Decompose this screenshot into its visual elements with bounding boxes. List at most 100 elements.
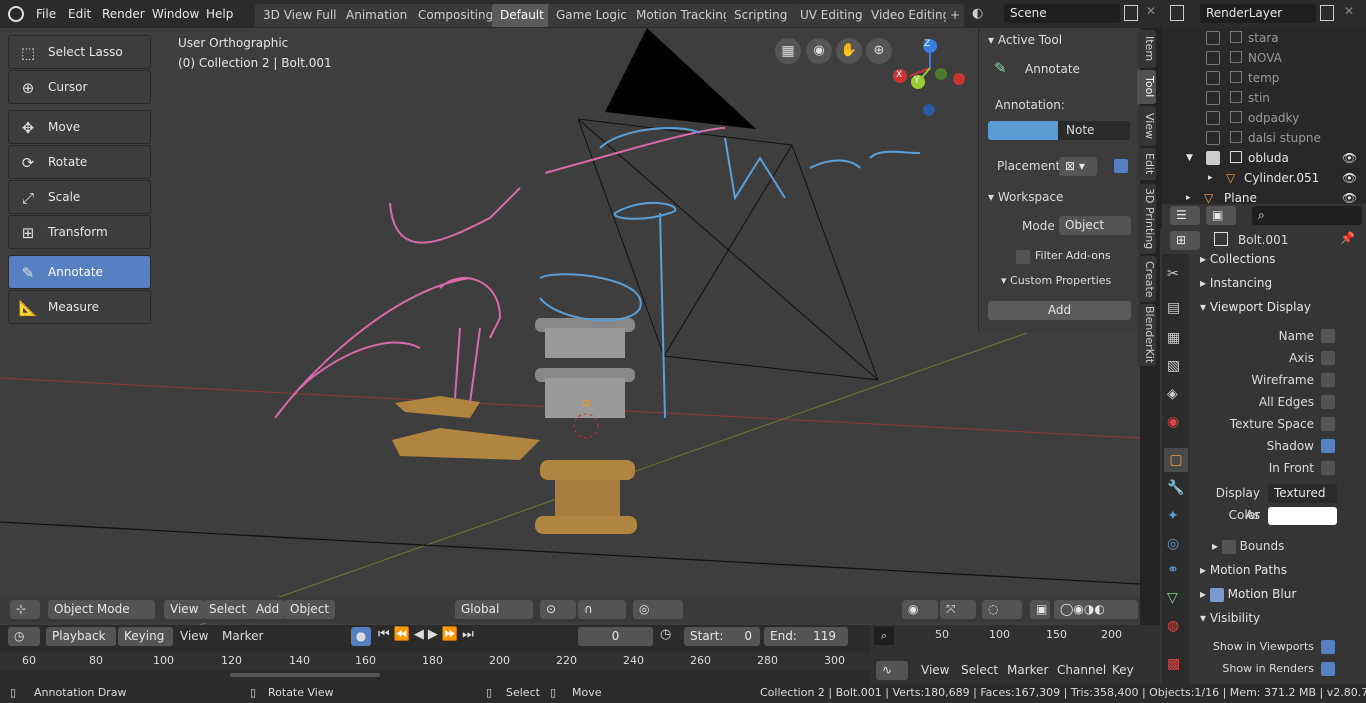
pivot-icon[interactable]: ⊙ [540,600,576,619]
collections-panel[interactable]: ▸ Collections [1200,248,1275,270]
row-checkbox[interactable] [1206,71,1220,85]
row-checkbox[interactable] [1206,111,1220,125]
output-icon[interactable]: ▦ [1167,330,1180,346]
tab-video-editing[interactable]: Video Editing [863,4,959,27]
menu-render[interactable]: Render [102,0,145,28]
visibility-panel[interactable]: ▾ Visibility [1200,607,1260,629]
timeline-marker-menu[interactable]: Marker [222,629,263,643]
outliner-row[interactable]: NOVA [1162,48,1366,68]
zoom-icon[interactable]: ⊕ [866,38,892,64]
bounds-checkbox[interactable] [1221,539,1236,554]
placement-checkbox[interactable] [1114,159,1128,173]
graph-channel-menu[interactable]: Channel [1057,663,1106,677]
display-mode-icon[interactable]: ☰ [1170,206,1200,225]
annotation-color-swatch[interactable] [988,121,1058,140]
tab-edit[interactable]: Edit [1137,148,1156,180]
view-layer-icon[interactable]: ▧ [1167,358,1180,374]
timeline-view-menu[interactable]: View [180,629,208,643]
motion-blur-panel[interactable]: ▸ Motion Blur [1200,583,1296,605]
motion-blur-checkbox[interactable] [1209,587,1224,602]
record-icon[interactable]: ● [351,627,371,646]
custom-properties-header[interactable]: ▾ Custom Properties [1001,274,1111,287]
timeline-scrollbar[interactable] [0,672,870,678]
color-swatch[interactable] [1268,507,1337,525]
shading-icon[interactable]: ◯◉◑◐ [1054,600,1138,619]
hand-icon[interactable]: ✋ [836,38,862,64]
renderlayer-field[interactable]: RenderLayer [1200,4,1316,23]
texture-icon[interactable]: ▩ [1167,656,1180,672]
all-edges-checkbox[interactable] [1321,395,1335,409]
eye-icon[interactable]: 👁 [1342,148,1357,168]
tool-scale[interactable]: ⤢ Scale [8,180,151,214]
tool-cursor[interactable]: ⊕ Cursor [8,70,151,104]
gizmo-icon[interactable]: ⤧ [940,600,976,619]
gizmo-y-icon[interactable]: Y [914,76,920,86]
grid-icon[interactable]: ▦ [775,38,801,64]
add-workspace-button[interactable]: + [946,4,965,27]
editor-type-icon[interactable]: ⊞ [1170,231,1200,250]
editor-type-icon[interactable]: ∿ [876,661,908,680]
new-renderlayer-icon[interactable] [1320,5,1334,21]
wireframe-checkbox[interactable] [1321,373,1335,387]
outliner-row[interactable]: stara [1162,28,1366,48]
row-checkbox[interactable] [1206,31,1220,45]
in-front-checkbox[interactable] [1321,461,1335,475]
playback-controls[interactable]: ⏮⏪◀▶⏩⏭ [378,627,478,642]
row-checkbox[interactable] [1206,91,1220,105]
tab-blenderkit[interactable]: BlenderKit [1137,304,1156,366]
start-frame-field[interactable]: Start: 0 [684,627,760,646]
filter-addons-checkbox[interactable] [1016,250,1030,264]
visibility-icon[interactable]: ◉ [902,600,938,619]
search-icon[interactable]: ⌕ [874,627,894,645]
row-checkbox[interactable] [1206,131,1220,145]
clock-icon[interactable]: ◷ [660,627,671,642]
outliner-row[interactable]: odpadky [1162,108,1366,128]
material-icon[interactable]: ◍ [1167,618,1179,634]
menu-file[interactable]: File [36,0,56,28]
filter-icon[interactable]: ▣ [1206,206,1236,225]
motion-paths-panel[interactable]: ▸ Motion Paths [1200,559,1287,581]
proportional-icon[interactable]: ◎ [633,600,683,619]
tool-measure[interactable]: 📐 Measure [8,290,151,324]
menu-help[interactable]: Help [206,0,233,28]
3d-viewport[interactable]: User Orthographic (0) Collection 2 | Bol… [0,28,1140,625]
tab-create[interactable]: Create [1137,256,1156,302]
world-icon[interactable]: ◉ [1167,414,1179,430]
graph-marker-menu[interactable]: Marker [1007,663,1048,677]
row-checkbox[interactable] [1206,151,1220,165]
search-input[interactable]: ⌕ [1252,206,1362,225]
name-checkbox[interactable] [1321,329,1335,343]
eye-icon[interactable]: 👁 [1342,188,1357,204]
particles-icon[interactable]: ✦ [1167,508,1179,524]
show-viewports-checkbox[interactable] [1321,640,1335,654]
outliner-row[interactable]: ▸ ▽ Plane 👁 [1162,188,1366,204]
menu-object[interactable]: Object [284,600,336,619]
instancing-panel[interactable]: ▸ Instancing [1200,272,1272,294]
tool-select-lasso[interactable]: ⬚ Select Lasso [8,35,151,69]
mode-select[interactable]: Object Mode [48,600,155,619]
data-icon[interactable]: ▽ [1167,590,1178,606]
scene-icon[interactable]: ◐ [972,4,992,23]
expand-icon[interactable]: ▸ [1208,168,1213,188]
tab-view[interactable]: View [1137,106,1156,146]
tab-game-logic[interactable]: Game Logic [548,4,635,27]
scene-icon[interactable]: ◈ [1167,386,1178,402]
graph-view-menu[interactable]: View [921,663,949,677]
tab-animation[interactable]: Animation [338,4,416,27]
outliner-row[interactable]: temp [1162,68,1366,88]
expand-icon[interactable]: ▸ [1186,188,1191,204]
show-renders-checkbox[interactable] [1321,662,1335,676]
playback-menu[interactable]: Playback [46,627,116,646]
tab-compositing[interactable]: Compositing [410,4,502,27]
menu-window[interactable]: Window [152,0,199,28]
tab-item[interactable]: Item [1137,30,1156,68]
tool-props-icon[interactable]: ✂ [1167,266,1179,282]
physics-icon[interactable]: ◎ [1167,536,1179,552]
render-icon[interactable]: ▤ [1167,300,1180,316]
workspace-mode-select[interactable]: Object [1059,216,1131,235]
expand-icon[interactable]: ▼ [1186,148,1193,168]
graph-key-menu[interactable]: Key [1112,663,1134,677]
viewport-display-panel[interactable]: ▾ Viewport Display [1200,296,1311,318]
camera-icon[interactable]: ◉ [806,38,832,64]
xray-icon[interactable]: ▣ [1030,600,1050,619]
